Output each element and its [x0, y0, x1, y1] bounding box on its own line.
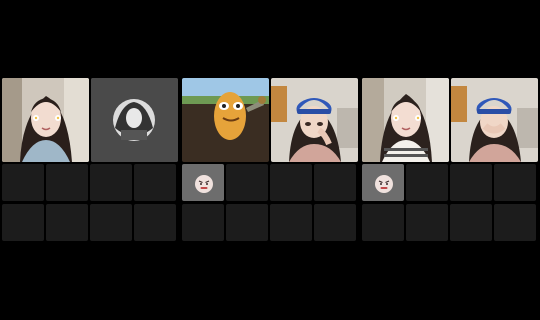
person-filter-video [2, 78, 89, 162]
empty-slot [406, 204, 448, 241]
video-tile-profile-avatar[interactable] [91, 78, 178, 162]
potato-game-video [182, 78, 269, 162]
empty-slot [90, 204, 132, 241]
empty-slot [270, 204, 312, 241]
empty-slot [226, 164, 268, 201]
participant-panel-3 [362, 78, 539, 242]
empty-slot [314, 204, 356, 241]
video-tile-potato-game[interactable] [182, 78, 269, 162]
participant-panel-1 [2, 78, 179, 242]
empty-slot [134, 164, 176, 201]
empty-slot [46, 204, 88, 241]
empty-slot [2, 164, 44, 201]
video-call-screen [0, 0, 540, 320]
video-tile-person-filter[interactable] [362, 78, 449, 162]
empty-slot [134, 204, 176, 241]
person-filter-video [362, 78, 449, 162]
empty-slot [90, 164, 132, 201]
empty-slot [450, 204, 492, 241]
empty-slot [2, 204, 44, 241]
video-tile-person-cap[interactable] [451, 78, 538, 162]
empty-slot [182, 204, 224, 241]
avatar-badge-slot[interactable] [362, 164, 404, 201]
empty-slot [362, 204, 404, 241]
person-cap-video [271, 78, 358, 162]
empty-slot [314, 164, 356, 201]
empty-slot [270, 164, 312, 201]
empty-slot [46, 164, 88, 201]
empty-slot [450, 164, 492, 201]
avatar-badge-slot[interactable] [182, 164, 224, 201]
empty-slot [406, 164, 448, 201]
participant-panel-2 [182, 78, 359, 242]
video-tile-person-filter[interactable] [2, 78, 89, 162]
empty-slot [494, 164, 536, 201]
empty-slot [494, 204, 536, 241]
person-cap-video [451, 78, 538, 162]
angry-face-icon [195, 175, 213, 193]
video-tile-person-cap[interactable] [271, 78, 358, 162]
profile-avatar-circle [91, 78, 178, 162]
empty-slot [226, 204, 268, 241]
angry-face-icon [375, 175, 393, 193]
